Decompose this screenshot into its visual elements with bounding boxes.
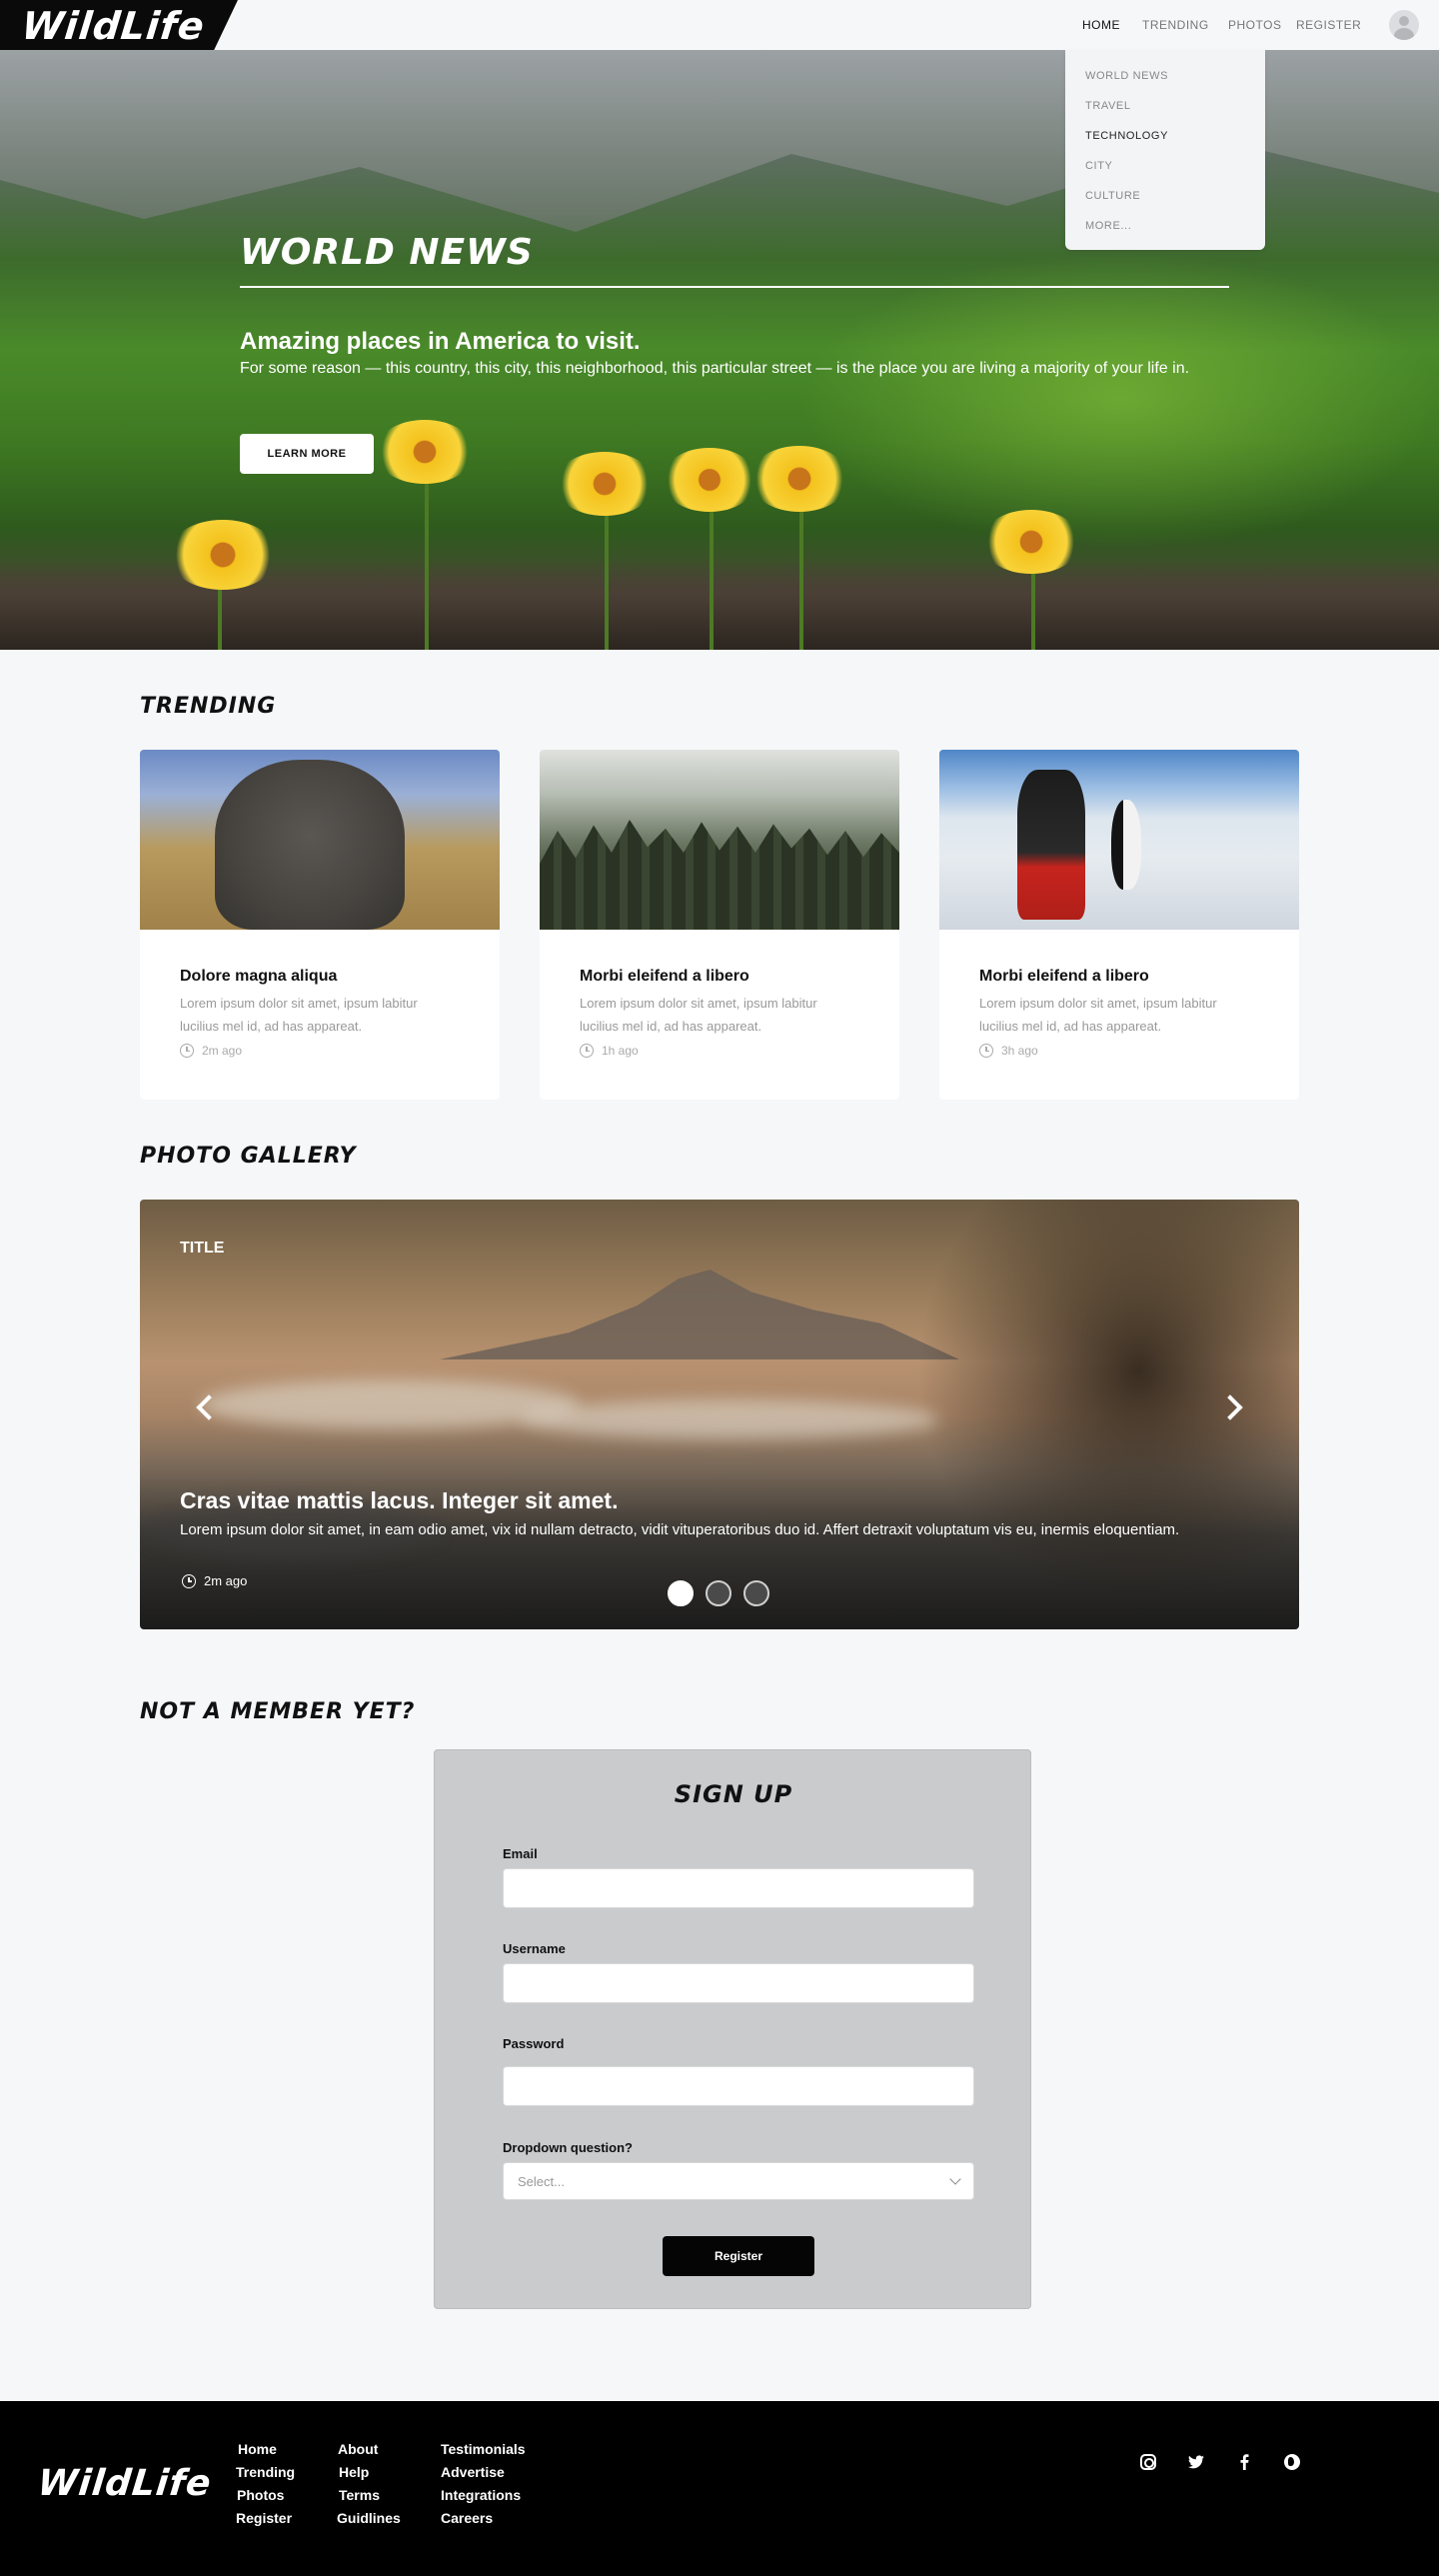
hero-subtitle: Amazing places in America to visit. [240, 328, 641, 355]
logo-block[interactable]: WildLife [0, 0, 238, 50]
chevron-down-icon [949, 2173, 961, 2185]
chevron-left-icon [196, 1394, 222, 1420]
card-title[interactable]: Dolore magna aliqua [180, 968, 337, 986]
flower-image [749, 446, 849, 512]
card-timestamp: 2m ago [180, 1044, 242, 1058]
instagram-icon[interactable] [1137, 2451, 1159, 2473]
clock-icon [182, 1573, 196, 1588]
nav-home[interactable]: HOME [1082, 18, 1120, 32]
flower-image [375, 420, 475, 484]
globe-icon[interactable] [1281, 2451, 1303, 2473]
avatar[interactable] [1389, 10, 1419, 40]
trending-section-title: TRENDING [140, 694, 277, 719]
hero-divider [240, 286, 1229, 288]
card-title[interactable]: Morbi eleifend a libero [979, 968, 1149, 986]
dropdown-question-label: Dropdown question? [503, 2140, 633, 2155]
trending-card[interactable]: Dolore magna aliqua Lorem ipsum dolor si… [140, 750, 500, 1100]
nav-dropdown-menu: WORLD NEWS TRAVEL TECHNOLOGY CITY CULTUR… [1065, 50, 1265, 250]
facebook-icon[interactable] [1233, 2451, 1255, 2473]
slide-title: TITLE [180, 1240, 225, 1257]
signup-form: SIGN UP Email Username Password Dropdown… [434, 1749, 1031, 2309]
email-field[interactable] [503, 1868, 974, 1908]
dropdown-item-travel[interactable]: TRAVEL [1085, 100, 1131, 112]
footer-link-guidlines[interactable]: Guidlines [337, 2510, 401, 2526]
email-label: Email [503, 1846, 538, 1861]
card-text: Lorem ipsum dolor sit amet, ipsum labitu… [979, 996, 1217, 1034]
penguin-image [939, 750, 1299, 930]
twitter-icon[interactable] [1185, 2451, 1207, 2473]
flower-image [662, 448, 757, 512]
gallery-section-title: PHOTO GALLERY [140, 1144, 357, 1169]
dropdown-item-world-news[interactable]: WORLD NEWS [1085, 70, 1168, 82]
hero-title: WORLD NEWS [240, 232, 534, 273]
card-text: Lorem ipsum dolor sit amet, ipsum labitu… [580, 996, 817, 1034]
user-icon [1399, 16, 1409, 26]
carousel-dot-3[interactable] [743, 1580, 769, 1606]
logo[interactable]: WildLife [20, 4, 207, 48]
card-timestamp: 3h ago [979, 1044, 1038, 1058]
card-timestamp: 1h ago [580, 1044, 639, 1058]
clock-icon [180, 1044, 194, 1058]
dropdown-item-culture[interactable]: CULTURE [1085, 190, 1140, 202]
carousel-next-button[interactable] [1217, 1387, 1249, 1427]
footer: WildLife Home Trending Photos Register A… [0, 2401, 1439, 2576]
slide-timestamp: 2m ago [182, 1573, 247, 1588]
hero-description: For some reason — this country, this cit… [240, 360, 1190, 377]
footer-link-integrations[interactable]: Integrations [441, 2487, 521, 2503]
footer-link-photos[interactable]: Photos [237, 2487, 284, 2503]
footer-link-register[interactable]: Register [236, 2510, 292, 2526]
clock-icon [580, 1044, 594, 1058]
carousel-dot-1[interactable] [668, 1580, 694, 1606]
flower-image [555, 452, 655, 516]
footer-link-about[interactable]: About [338, 2441, 378, 2457]
clock-icon [979, 1044, 993, 1058]
dropdown-item-more[interactable]: MORE... [1085, 220, 1131, 232]
slide-caption: Cras vitae mattis lacus. Integer sit ame… [180, 1487, 619, 1513]
username-field[interactable] [503, 1963, 974, 2003]
photo-carousel: TITLE Cras vitae mattis lacus. Integer s… [140, 1200, 1299, 1629]
nav-photos[interactable]: PHOTOS [1228, 18, 1281, 32]
elephant-image [140, 750, 500, 930]
signup-title: SIGN UP [674, 1780, 793, 1808]
dropdown-item-technology[interactable]: TECHNOLOGY [1085, 130, 1168, 142]
footer-logo[interactable]: WildLife [36, 2463, 214, 2504]
select-placeholder: Select... [518, 2173, 565, 2189]
dropdown-item-city[interactable]: CITY [1085, 160, 1112, 172]
mountain-image [440, 1270, 959, 1359]
footer-link-testimonials[interactable]: Testimonials [441, 2441, 526, 2457]
trending-card[interactable]: Morbi eleifend a libero Lorem ipsum dolo… [540, 750, 899, 1100]
learn-more-button[interactable]: LEARN MORE [240, 434, 374, 474]
password-field[interactable] [503, 2066, 974, 2106]
dropdown-question-select[interactable]: Select... [503, 2162, 974, 2200]
footer-link-help[interactable]: Help [339, 2464, 369, 2480]
chevron-right-icon [1217, 1394, 1243, 1420]
footer-link-trending[interactable]: Trending [236, 2464, 295, 2480]
footer-link-careers[interactable]: Careers [441, 2510, 493, 2526]
nav-register[interactable]: REGISTER [1296, 18, 1361, 32]
flower-image [981, 510, 1081, 574]
member-section-title: NOT A MEMBER YET? [140, 1699, 416, 1724]
top-navbar: WildLife HOME TRENDING PHOTOS REGISTER [0, 0, 1439, 50]
card-title[interactable]: Morbi eleifend a libero [580, 968, 749, 986]
footer-link-home[interactable]: Home [238, 2441, 277, 2457]
footer-link-advertise[interactable]: Advertise [441, 2464, 505, 2480]
slide-description: Lorem ipsum dolor sit amet, in eam odio … [180, 1521, 1180, 1538]
nav-trending[interactable]: TRENDING [1142, 18, 1209, 32]
flower-image [168, 520, 278, 590]
footer-link-terms[interactable]: Terms [339, 2487, 380, 2503]
card-text: Lorem ipsum dolor sit amet, ipsum labitu… [180, 996, 418, 1034]
carousel-dot-2[interactable] [706, 1580, 731, 1606]
password-label: Password [503, 2036, 565, 2051]
forest-image [540, 750, 899, 930]
register-button[interactable]: Register [663, 2236, 814, 2276]
carousel-prev-button[interactable] [190, 1387, 222, 1427]
trending-card[interactable]: Morbi eleifend a libero Lorem ipsum dolo… [939, 750, 1299, 1100]
username-label: Username [503, 1941, 566, 1956]
